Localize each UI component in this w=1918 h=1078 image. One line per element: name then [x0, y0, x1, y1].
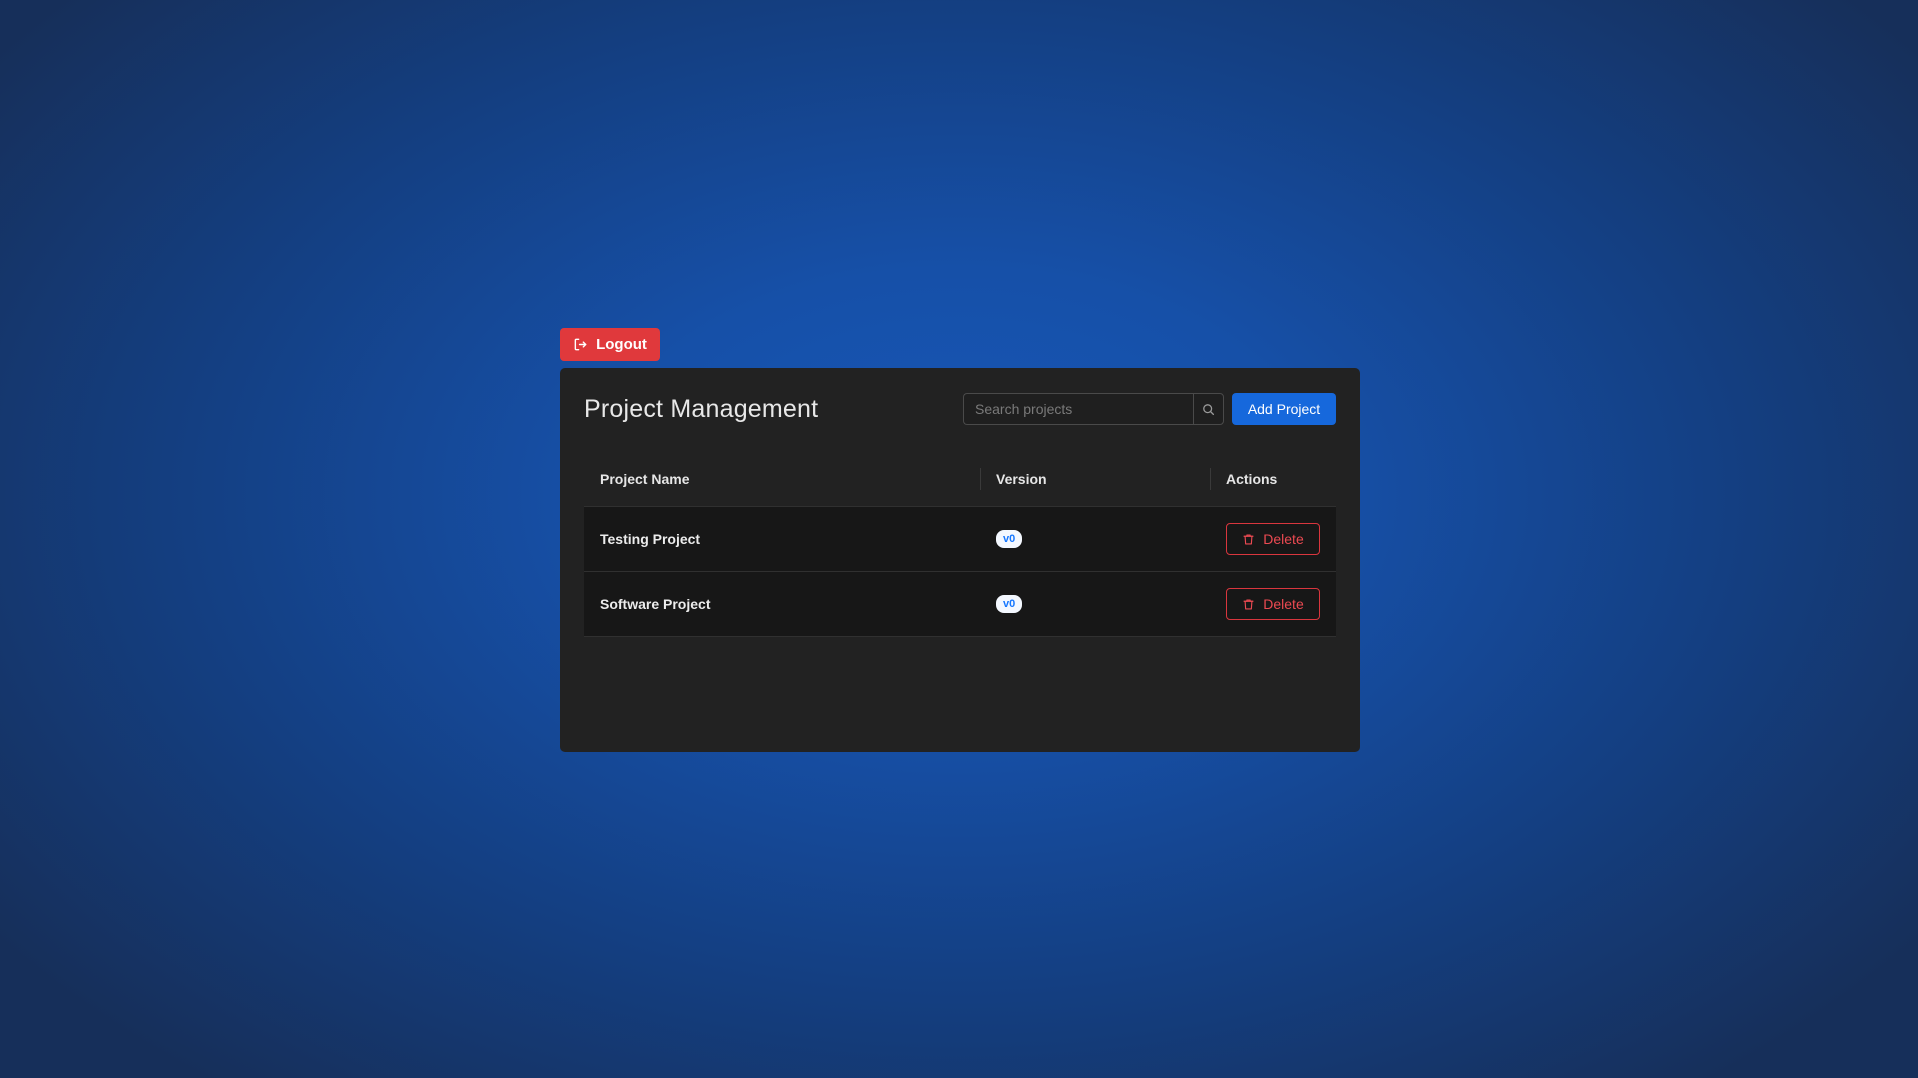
- panel-header: Project Management Add Project: [584, 392, 1336, 426]
- search-input[interactable]: [963, 393, 1193, 425]
- project-name-cell: Testing Project: [600, 531, 701, 547]
- project-name-cell: Software Project: [600, 596, 711, 612]
- column-header-project-name: Project Name: [600, 471, 690, 487]
- actions-cell: Delete: [1210, 572, 1336, 636]
- table-row: Software Project v0 Delete: [584, 572, 1336, 637]
- page-title: Project Management: [584, 394, 819, 423]
- column-header-actions: Actions: [1210, 452, 1336, 506]
- delete-button[interactable]: Delete: [1226, 523, 1320, 555]
- version-cell: v0: [980, 507, 1210, 571]
- column-header-version: Version: [980, 452, 1210, 506]
- actions-cell: Delete: [1210, 507, 1336, 571]
- header-controls: Add Project: [963, 393, 1336, 425]
- search-group: [963, 393, 1224, 425]
- search-button[interactable]: [1193, 393, 1224, 425]
- trash-icon: [1243, 598, 1254, 610]
- project-management-panel: Project Management Add Project Project N…: [560, 368, 1360, 752]
- search-icon: [1203, 403, 1215, 415]
- trash-icon: [1243, 533, 1254, 545]
- version-badge: v0: [996, 595, 1023, 613]
- delete-button[interactable]: Delete: [1226, 588, 1320, 620]
- logout-button[interactable]: Logout: [560, 328, 660, 361]
- delete-label: Delete: [1263, 531, 1304, 547]
- projects-table: Project Name Version Actions Testing Pro…: [584, 452, 1336, 637]
- table-header: Project Name Version Actions: [584, 452, 1336, 507]
- delete-label: Delete: [1263, 596, 1304, 612]
- version-badge: v0: [996, 530, 1023, 548]
- add-project-button[interactable]: Add Project: [1232, 393, 1336, 425]
- table-row: Testing Project v0 Delete: [584, 507, 1336, 572]
- logout-label: Logout: [596, 336, 647, 353]
- version-cell: v0: [980, 572, 1210, 636]
- logout-icon: [574, 338, 587, 351]
